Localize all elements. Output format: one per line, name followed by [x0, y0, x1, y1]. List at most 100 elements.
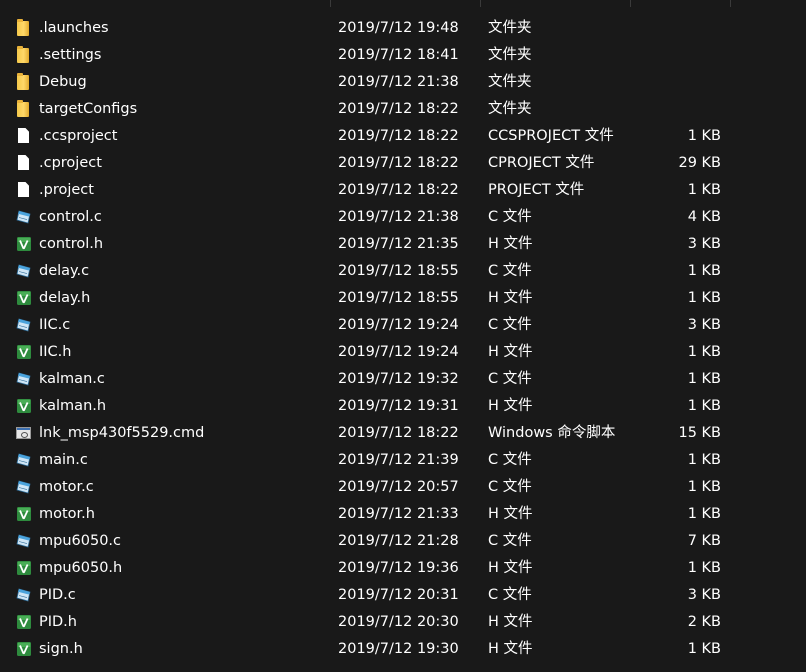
file-type: C 文件	[488, 317, 532, 333]
file-date: 2019/7/12 18:22	[338, 182, 459, 198]
file-type: 文件夹	[488, 20, 532, 36]
file-row[interactable]: .project 2019/7/12 18:22 PROJECT 文件 1 KB	[0, 177, 806, 204]
file-type: H 文件	[488, 641, 533, 657]
document-icon	[15, 150, 33, 177]
file-row[interactable]: motor.h 2019/7/12 21:33 H 文件 1 KB	[0, 501, 806, 528]
column-separator-date[interactable]	[330, 0, 331, 7]
file-size: 3 KB	[687, 587, 721, 603]
file-row[interactable]: delay.h 2019/7/12 18:55 H 文件 1 KB	[0, 285, 806, 312]
file-size: 3 KB	[687, 317, 721, 333]
file-date: 2019/7/12 19:24	[338, 344, 459, 360]
h-file-icon	[15, 555, 33, 582]
cmd-script-icon	[15, 420, 33, 447]
column-separator-end[interactable]	[730, 0, 731, 7]
file-size: 1 KB	[687, 560, 721, 576]
file-row[interactable]: main.c 2019/7/12 21:39 C 文件 1 KB	[0, 447, 806, 474]
file-name: PID.h	[39, 614, 77, 630]
file-size: 1 KB	[687, 128, 721, 144]
file-type: H 文件	[488, 506, 533, 522]
c-file-icon	[15, 474, 33, 501]
file-row[interactable]: .cproject 2019/7/12 18:22 CPROJECT 文件 29 KB	[0, 150, 806, 177]
h-file-icon	[15, 609, 33, 636]
file-type: Windows 命令脚本	[488, 425, 616, 441]
column-separator-type[interactable]	[480, 0, 481, 7]
document-icon	[15, 123, 33, 150]
file-size: 29 KB	[678, 155, 721, 171]
file-row[interactable]: .ccsproject 2019/7/12 18:22 CCSPROJECT 文件 1…	[0, 123, 806, 150]
file-type: C 文件	[488, 263, 532, 279]
file-name: lnk_msp430f5529.cmd	[39, 425, 205, 441]
file-row[interactable]: .settings 2019/7/12 18:41 文件夹	[0, 42, 806, 69]
file-date: 2019/7/12 18:22	[338, 128, 459, 144]
file-row[interactable]: motor.c 2019/7/12 20:57 C 文件 1 KB	[0, 474, 806, 501]
file-row[interactable]: PID.c 2019/7/12 20:31 C 文件 3 KB	[0, 582, 806, 609]
file-type: CPROJECT 文件	[488, 155, 595, 171]
file-size: 1 KB	[687, 371, 721, 387]
c-file-icon	[15, 312, 33, 339]
file-type: H 文件	[488, 344, 533, 360]
h-file-icon	[15, 393, 33, 420]
h-file-icon	[15, 501, 33, 528]
file-type: 文件夹	[488, 101, 532, 117]
c-file-icon	[15, 366, 33, 393]
file-name: kalman.h	[39, 398, 107, 414]
h-file-icon	[15, 636, 33, 663]
file-row[interactable]: delay.c 2019/7/12 18:55 C 文件 1 KB	[0, 258, 806, 285]
file-type: H 文件	[488, 290, 533, 306]
file-type: H 文件	[488, 614, 533, 630]
file-size: 15 KB	[678, 425, 721, 441]
c-file-icon	[15, 447, 33, 474]
file-date: 2019/7/12 19:30	[338, 641, 459, 657]
file-size: 1 KB	[687, 479, 721, 495]
file-name: .launches	[39, 20, 109, 36]
document-icon	[15, 177, 33, 204]
file-row[interactable]: control.c 2019/7/12 21:38 C 文件 4 KB	[0, 204, 806, 231]
file-date: 2019/7/12 19:36	[338, 560, 459, 576]
file-name: sign.h	[39, 641, 83, 657]
file-row[interactable]: Debug 2019/7/12 21:38 文件夹	[0, 69, 806, 96]
file-name: motor.c	[39, 479, 94, 495]
file-name: IIC.h	[39, 344, 72, 360]
file-row[interactable]: sign.h 2019/7/12 19:30 H 文件 1 KB	[0, 636, 806, 663]
file-row[interactable]: mpu6050.c 2019/7/12 21:28 C 文件 7 KB	[0, 528, 806, 555]
file-date: 2019/7/12 18:22	[338, 155, 459, 171]
h-file-icon	[15, 285, 33, 312]
file-date: 2019/7/12 20:31	[338, 587, 459, 603]
file-row[interactable]: mpu6050.h 2019/7/12 19:36 H 文件 1 KB	[0, 555, 806, 582]
column-separator-size[interactable]	[630, 0, 631, 7]
file-row[interactable]: .launches 2019/7/12 19:48 文件夹	[0, 15, 806, 42]
file-row[interactable]: kalman.c 2019/7/12 19:32 C 文件 1 KB	[0, 366, 806, 393]
file-date: 2019/7/12 19:32	[338, 371, 459, 387]
file-size: 1 KB	[687, 398, 721, 414]
file-date: 2019/7/12 21:38	[338, 74, 459, 90]
file-name: .ccsproject	[39, 128, 118, 144]
file-type: PROJECT 文件	[488, 182, 585, 198]
file-size: 1 KB	[687, 641, 721, 657]
file-row[interactable]: IIC.c 2019/7/12 19:24 C 文件 3 KB	[0, 312, 806, 339]
file-row[interactable]: lnk_msp430f5529.cmd 2019/7/12 18:22 Window…	[0, 420, 806, 447]
file-size: 1 KB	[687, 263, 721, 279]
file-name: motor.h	[39, 506, 95, 522]
file-type: 文件夹	[488, 47, 532, 63]
file-name: kalman.c	[39, 371, 105, 387]
file-row[interactable]: PID.h 2019/7/12 20:30 H 文件 2 KB	[0, 609, 806, 636]
file-size: 1 KB	[687, 506, 721, 522]
h-file-icon	[15, 231, 33, 258]
h-file-icon	[15, 339, 33, 366]
file-size: 4 KB	[687, 209, 721, 225]
file-name: delay.h	[39, 290, 91, 306]
file-name: .cproject	[39, 155, 102, 171]
file-row[interactable]: control.h 2019/7/12 21:35 H 文件 3 KB	[0, 231, 806, 258]
file-date: 2019/7/12 21:38	[338, 209, 459, 225]
file-date: 2019/7/12 18:55	[338, 263, 459, 279]
file-row[interactable]: IIC.h 2019/7/12 19:24 H 文件 1 KB	[0, 339, 806, 366]
file-date: 2019/7/12 19:24	[338, 317, 459, 333]
file-date: 2019/7/12 19:31	[338, 398, 459, 414]
file-date: 2019/7/12 21:35	[338, 236, 459, 252]
file-date: 2019/7/12 21:33	[338, 506, 459, 522]
folder-icon	[15, 69, 33, 96]
file-row[interactable]: targetConfigs 2019/7/12 18:22 文件夹	[0, 96, 806, 123]
file-list: .launches 2019/7/12 19:48 文件夹 .settings 201…	[0, 15, 806, 663]
file-row[interactable]: kalman.h 2019/7/12 19:31 H 文件 1 KB	[0, 393, 806, 420]
file-size: 1 KB	[687, 344, 721, 360]
